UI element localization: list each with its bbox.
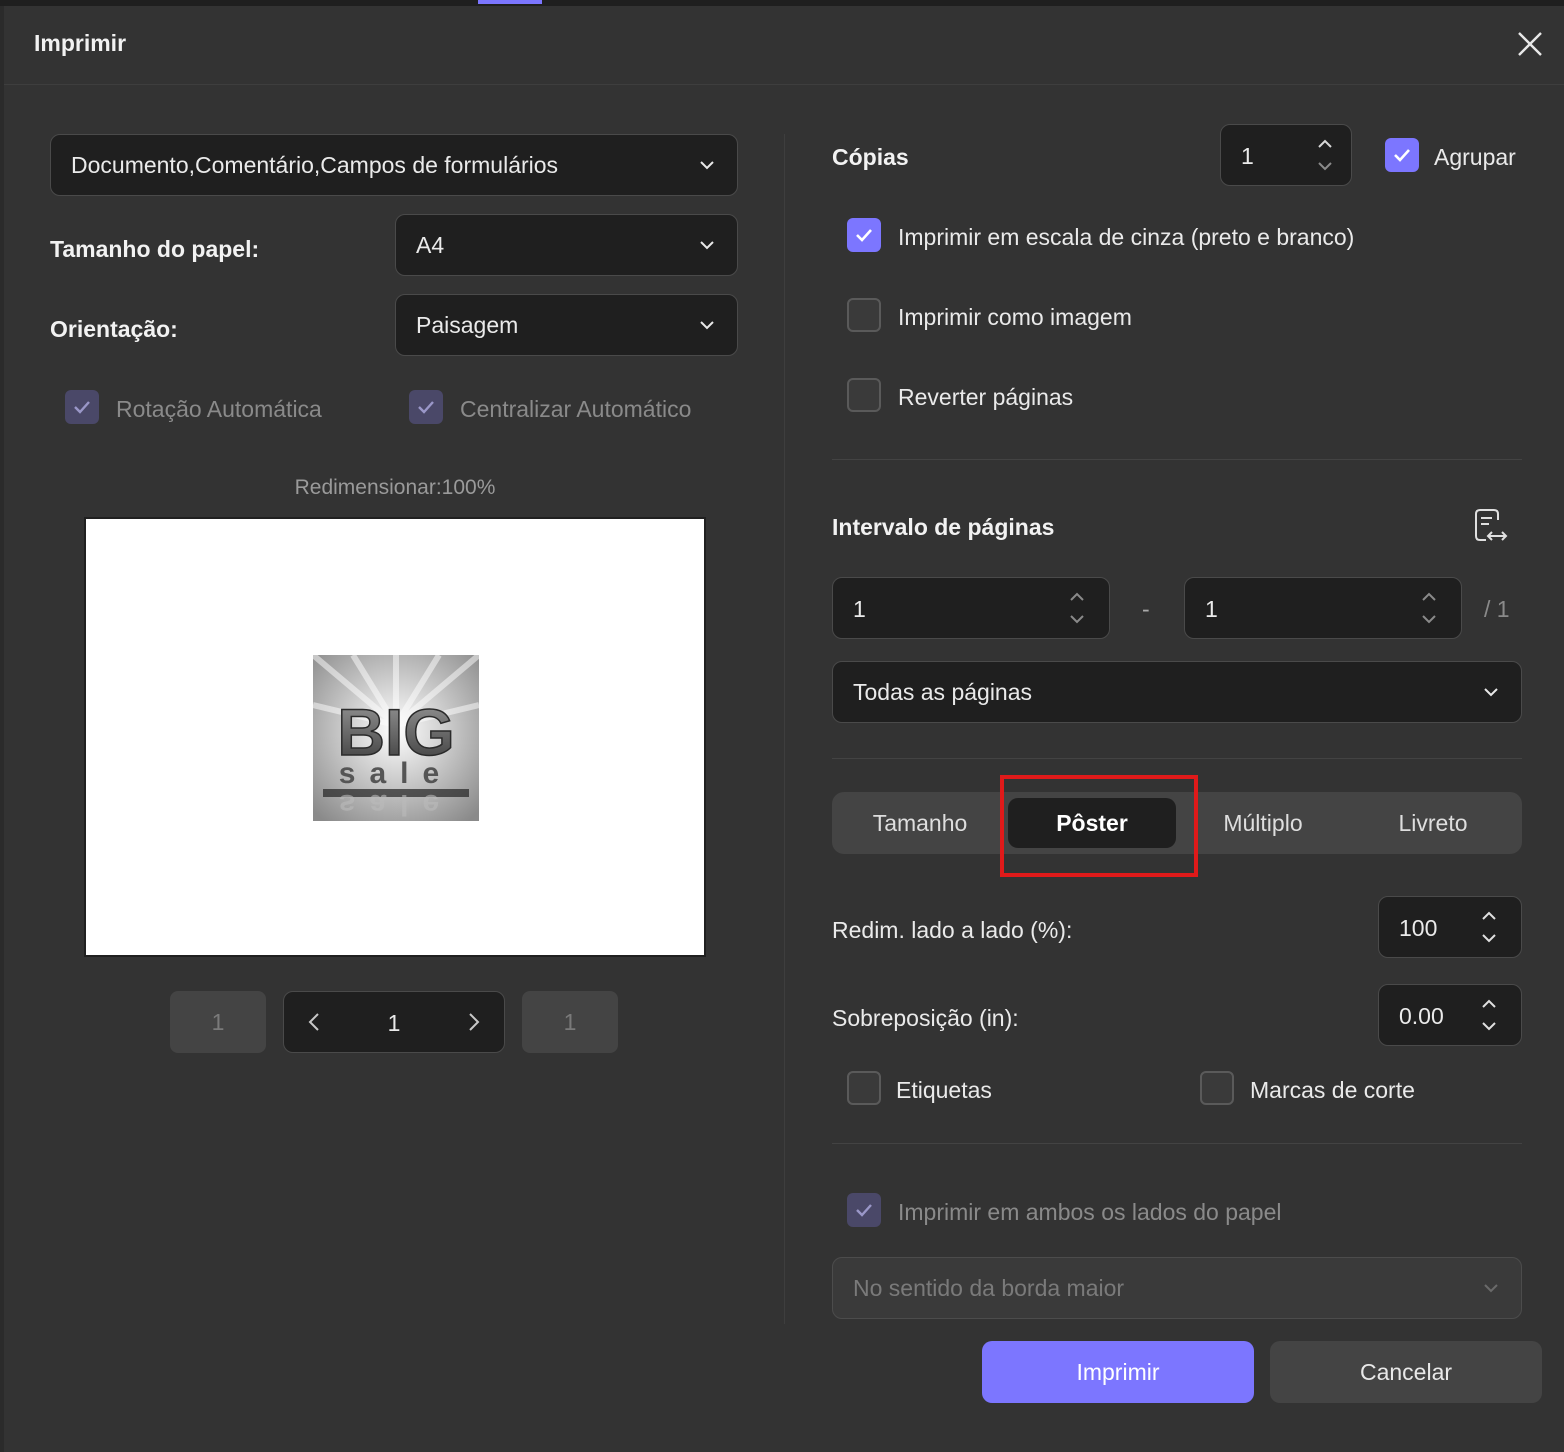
preview-image-small-text: sale bbox=[339, 757, 453, 790]
section-divider bbox=[832, 758, 1522, 759]
resize-label: Redimensionar:100% bbox=[294, 476, 496, 499]
chevron-right-icon[interactable] bbox=[462, 1011, 484, 1033]
print-dialog: Imprimir Documento,Comentário,Campos de … bbox=[4, 6, 1564, 1452]
grayscale-label: Imprimir em escala de cinza (preto e bra… bbox=[898, 224, 1355, 250]
tab-tamanho[interactable]: Tamanho bbox=[832, 792, 1008, 854]
auto-center-checkbox[interactable] bbox=[409, 390, 443, 424]
cancel-button[interactable]: Cancelar bbox=[1270, 1341, 1542, 1403]
last-page-button[interactable]: 1 bbox=[522, 991, 618, 1053]
tab-multiplo[interactable]: Múltiplo bbox=[1178, 792, 1348, 854]
range-to-input[interactable]: 1 bbox=[1184, 577, 1462, 639]
range-total: / 1 bbox=[1484, 596, 1510, 622]
chevron-down-icon bbox=[700, 161, 714, 170]
range-to-value: 1 bbox=[1205, 596, 1218, 622]
spinner-arrows-icon[interactable] bbox=[1419, 588, 1439, 628]
range-from-value: 1 bbox=[853, 596, 866, 622]
duplex-select-value: No sentido da borda maior bbox=[853, 1274, 1125, 1301]
collate-checkbox[interactable] bbox=[1385, 138, 1419, 172]
check-icon bbox=[74, 401, 90, 414]
paper-size-select[interactable]: A4 bbox=[395, 214, 738, 276]
print-preview: BIG sale sale bbox=[84, 517, 706, 957]
tile-scale-label: Redim. lado a lado (%): bbox=[832, 917, 1073, 943]
section-divider bbox=[832, 1143, 1522, 1144]
chevron-down-icon bbox=[1484, 688, 1498, 697]
check-icon bbox=[856, 229, 872, 242]
range-from-input[interactable]: 1 bbox=[832, 577, 1110, 639]
check-icon bbox=[1394, 149, 1410, 162]
labels-checkbox[interactable] bbox=[847, 1071, 881, 1105]
duplex-label: Imprimir em ambos os lados do papel bbox=[898, 1199, 1282, 1225]
auto-center-label: Centralizar Automático bbox=[460, 396, 692, 422]
labels-label: Etiquetas bbox=[896, 1077, 992, 1103]
page-swap-icon[interactable] bbox=[1470, 506, 1510, 546]
collate-label: Agrupar bbox=[1434, 144, 1516, 170]
auto-rotate-checkbox[interactable] bbox=[65, 390, 99, 424]
overlap-label: Sobreposição (in): bbox=[832, 1005, 1019, 1031]
content-select-value: Documento,Comentário,Campos de formulári… bbox=[71, 151, 559, 178]
page-range-label: Intervalo de páginas bbox=[832, 514, 1055, 540]
spinner-arrows-icon[interactable] bbox=[1479, 907, 1499, 947]
overlap-input[interactable]: 0.00 bbox=[1378, 984, 1522, 1046]
content-select[interactable]: Documento,Comentário,Campos de formulári… bbox=[50, 134, 738, 196]
print-as-image-label: Imprimir como imagem bbox=[898, 304, 1132, 330]
dialog-titlebar: Imprimir bbox=[4, 6, 1564, 85]
tab-livreto[interactable]: Livreto bbox=[1348, 792, 1518, 854]
tile-scale-input[interactable]: 100 bbox=[1378, 896, 1522, 958]
highlight-box bbox=[1000, 775, 1198, 877]
orientation-select[interactable]: Paisagem bbox=[395, 294, 738, 356]
duplex-checkbox[interactable] bbox=[847, 1193, 881, 1227]
print-button[interactable]: Imprimir bbox=[982, 1341, 1254, 1403]
copies-value: 1 bbox=[1241, 143, 1254, 169]
copies-input[interactable]: 1 bbox=[1220, 124, 1352, 186]
preview-image: BIG sale sale bbox=[313, 655, 479, 821]
spinner-arrows-icon[interactable] bbox=[1315, 135, 1335, 175]
tile-scale-value: 100 bbox=[1399, 915, 1438, 941]
spinner-arrows-icon[interactable] bbox=[1479, 995, 1499, 1035]
cut-marks-checkbox[interactable] bbox=[1200, 1071, 1234, 1105]
auto-rotate-label: Rotação Automática bbox=[116, 396, 322, 422]
paper-size-label: Tamanho do papel: bbox=[50, 236, 260, 262]
reverse-pages-checkbox[interactable] bbox=[847, 378, 881, 412]
range-separator: - bbox=[1142, 596, 1150, 622]
check-icon bbox=[856, 1204, 872, 1217]
reverse-pages-label: Reverter páginas bbox=[898, 384, 1074, 410]
orientation-value: Paisagem bbox=[416, 311, 519, 338]
spinner-arrows-icon[interactable] bbox=[1067, 588, 1087, 628]
overlap-value: 0.00 bbox=[1399, 1003, 1444, 1029]
pages-select-value: Todas as páginas bbox=[853, 678, 1033, 705]
page-navigator: 1 bbox=[283, 991, 505, 1053]
duplex-select[interactable]: No sentido da borda maior bbox=[832, 1257, 1522, 1319]
section-divider bbox=[832, 459, 1522, 460]
active-tab-indicator bbox=[478, 0, 542, 4]
orientation-label: Orientação: bbox=[50, 316, 178, 342]
chevron-down-icon bbox=[1484, 1284, 1498, 1293]
check-icon bbox=[418, 401, 434, 414]
preview-image-reflection: sale bbox=[339, 788, 453, 821]
pages-select[interactable]: Todas as páginas bbox=[832, 661, 1522, 723]
chevron-down-icon bbox=[700, 241, 714, 250]
copies-label: Cópias bbox=[832, 144, 909, 170]
grayscale-checkbox[interactable] bbox=[847, 218, 881, 252]
first-page-button[interactable]: 1 bbox=[170, 991, 266, 1053]
chevron-down-icon bbox=[700, 321, 714, 330]
print-as-image-checkbox[interactable] bbox=[847, 298, 881, 332]
dialog-title: Imprimir bbox=[34, 30, 127, 56]
paper-size-value: A4 bbox=[416, 231, 445, 258]
close-icon[interactable] bbox=[1514, 28, 1546, 60]
cut-marks-label: Marcas de corte bbox=[1250, 1077, 1415, 1103]
column-divider bbox=[784, 134, 785, 1324]
